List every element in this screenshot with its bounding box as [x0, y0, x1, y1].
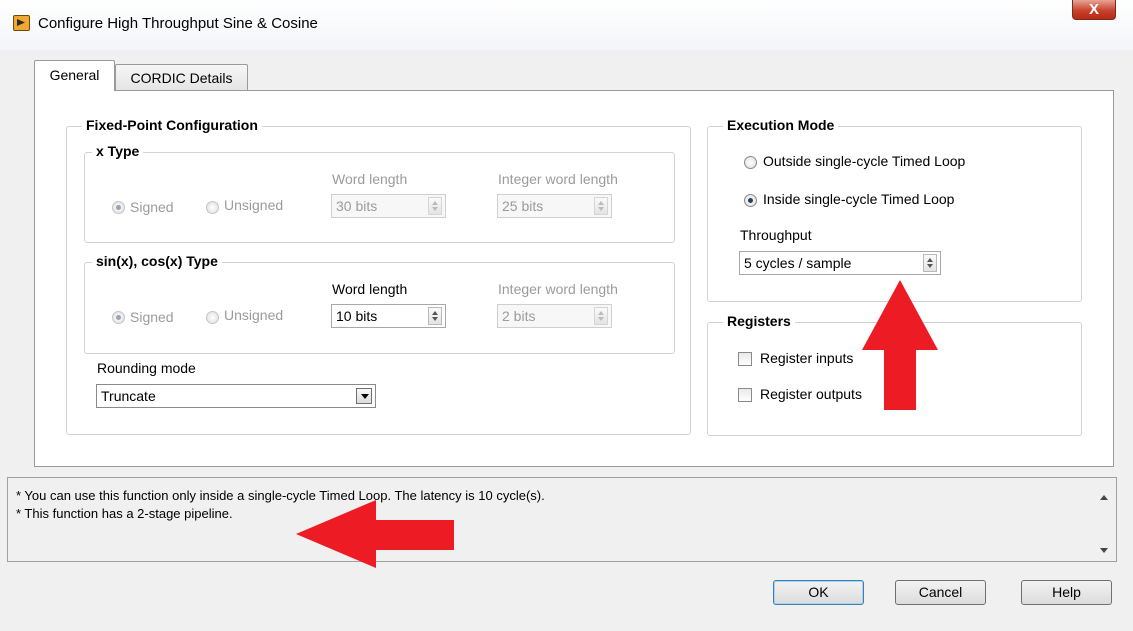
sincos-unsigned-label: Unsigned	[224, 307, 284, 323]
inside-timed-loop-radio[interactable]	[744, 194, 757, 207]
throughput-label: Throughput	[740, 227, 812, 243]
rounding-mode-value: Truncate	[101, 388, 156, 404]
red-arrow-up-icon	[862, 280, 938, 410]
app-icon	[13, 15, 30, 31]
spin-arrows-icon[interactable]	[594, 197, 608, 215]
window-title: Configure High Throughput Sine & Cosine	[38, 15, 318, 32]
throughput-value: 5 cycles / sample	[744, 255, 852, 271]
outside-timed-loop-radio[interactable]	[744, 156, 757, 169]
sincos-word-length-value: 10 bits	[336, 308, 378, 324]
close-button[interactable]: X	[1072, 0, 1116, 20]
sincos-type-title: sin(x), cos(x) Type	[92, 253, 222, 269]
spin-arrows-icon[interactable]	[428, 197, 442, 215]
x-word-length-value: 30 bits	[336, 198, 378, 214]
spin-arrows-icon[interactable]	[428, 307, 442, 325]
scroll-up-icon[interactable]	[1100, 495, 1108, 500]
red-arrow-left-icon	[296, 500, 454, 568]
rounding-mode-label: Rounding mode	[97, 360, 196, 376]
sincos-integer-word-length-stepper[interactable]: 2 bits	[497, 304, 612, 328]
register-outputs-checkbox[interactable]	[738, 388, 752, 402]
x-integer-word-length-stepper[interactable]: 25 bits	[497, 194, 612, 218]
x-unsigned-radio[interactable]	[206, 201, 219, 214]
help-button[interactable]: Help	[1021, 580, 1112, 605]
scroll-down-icon[interactable]	[1100, 548, 1108, 553]
tab-general[interactable]: General	[34, 60, 115, 91]
chevron-down-icon[interactable]	[356, 388, 372, 404]
sincos-word-length-stepper[interactable]: 10 bits	[331, 304, 446, 328]
x-word-length-label: Word length	[332, 171, 408, 187]
tab-cordic-details[interactable]: CORDIC Details	[115, 64, 248, 91]
x-word-length-stepper[interactable]: 30 bits	[331, 194, 446, 218]
ok-button[interactable]: OK	[773, 580, 864, 605]
register-outputs-label: Register outputs	[760, 386, 862, 402]
execution-mode-title: Execution Mode	[723, 117, 839, 133]
outside-timed-loop-label: Outside single-cycle Timed Loop	[763, 153, 966, 169]
message-scrollbar[interactable]	[1091, 478, 1116, 561]
throughput-stepper[interactable]: 5 cycles / sample	[739, 251, 941, 275]
message-line-1: * You can use this function only inside …	[16, 488, 545, 503]
message-box: * You can use this function only inside …	[7, 477, 1117, 562]
spin-arrows-icon[interactable]	[923, 254, 937, 272]
register-inputs-checkbox[interactable]	[738, 352, 752, 366]
sincos-signed-label: Signed	[130, 309, 174, 325]
x-integer-word-length-label: Integer word length	[498, 171, 618, 187]
x-unsigned-label: Unsigned	[224, 197, 284, 213]
fixed-point-config-title: Fixed-Point Configuration	[82, 117, 262, 133]
spin-arrows-icon[interactable]	[594, 307, 608, 325]
sincos-signed-radio[interactable]	[112, 311, 125, 324]
cancel-button[interactable]: Cancel	[895, 580, 986, 605]
x-integer-word-length-value: 25 bits	[502, 198, 544, 214]
register-inputs-label: Register inputs	[760, 350, 854, 366]
message-line-2: * This function has a 2-stage pipeline.	[16, 506, 233, 521]
registers-title: Registers	[723, 313, 795, 329]
sincos-unsigned-radio[interactable]	[206, 311, 219, 324]
sincos-integer-word-length-value: 2 bits	[502, 308, 536, 324]
x-signed-radio[interactable]	[112, 201, 125, 214]
inside-timed-loop-label: Inside single-cycle Timed Loop	[763, 191, 955, 207]
x-type-title: x Type	[92, 143, 144, 159]
sincos-word-length-label: Word length	[332, 281, 408, 297]
sincos-integer-word-length-label: Integer word length	[498, 281, 618, 297]
x-signed-label: Signed	[130, 199, 174, 215]
rounding-mode-select[interactable]: Truncate	[96, 384, 376, 408]
